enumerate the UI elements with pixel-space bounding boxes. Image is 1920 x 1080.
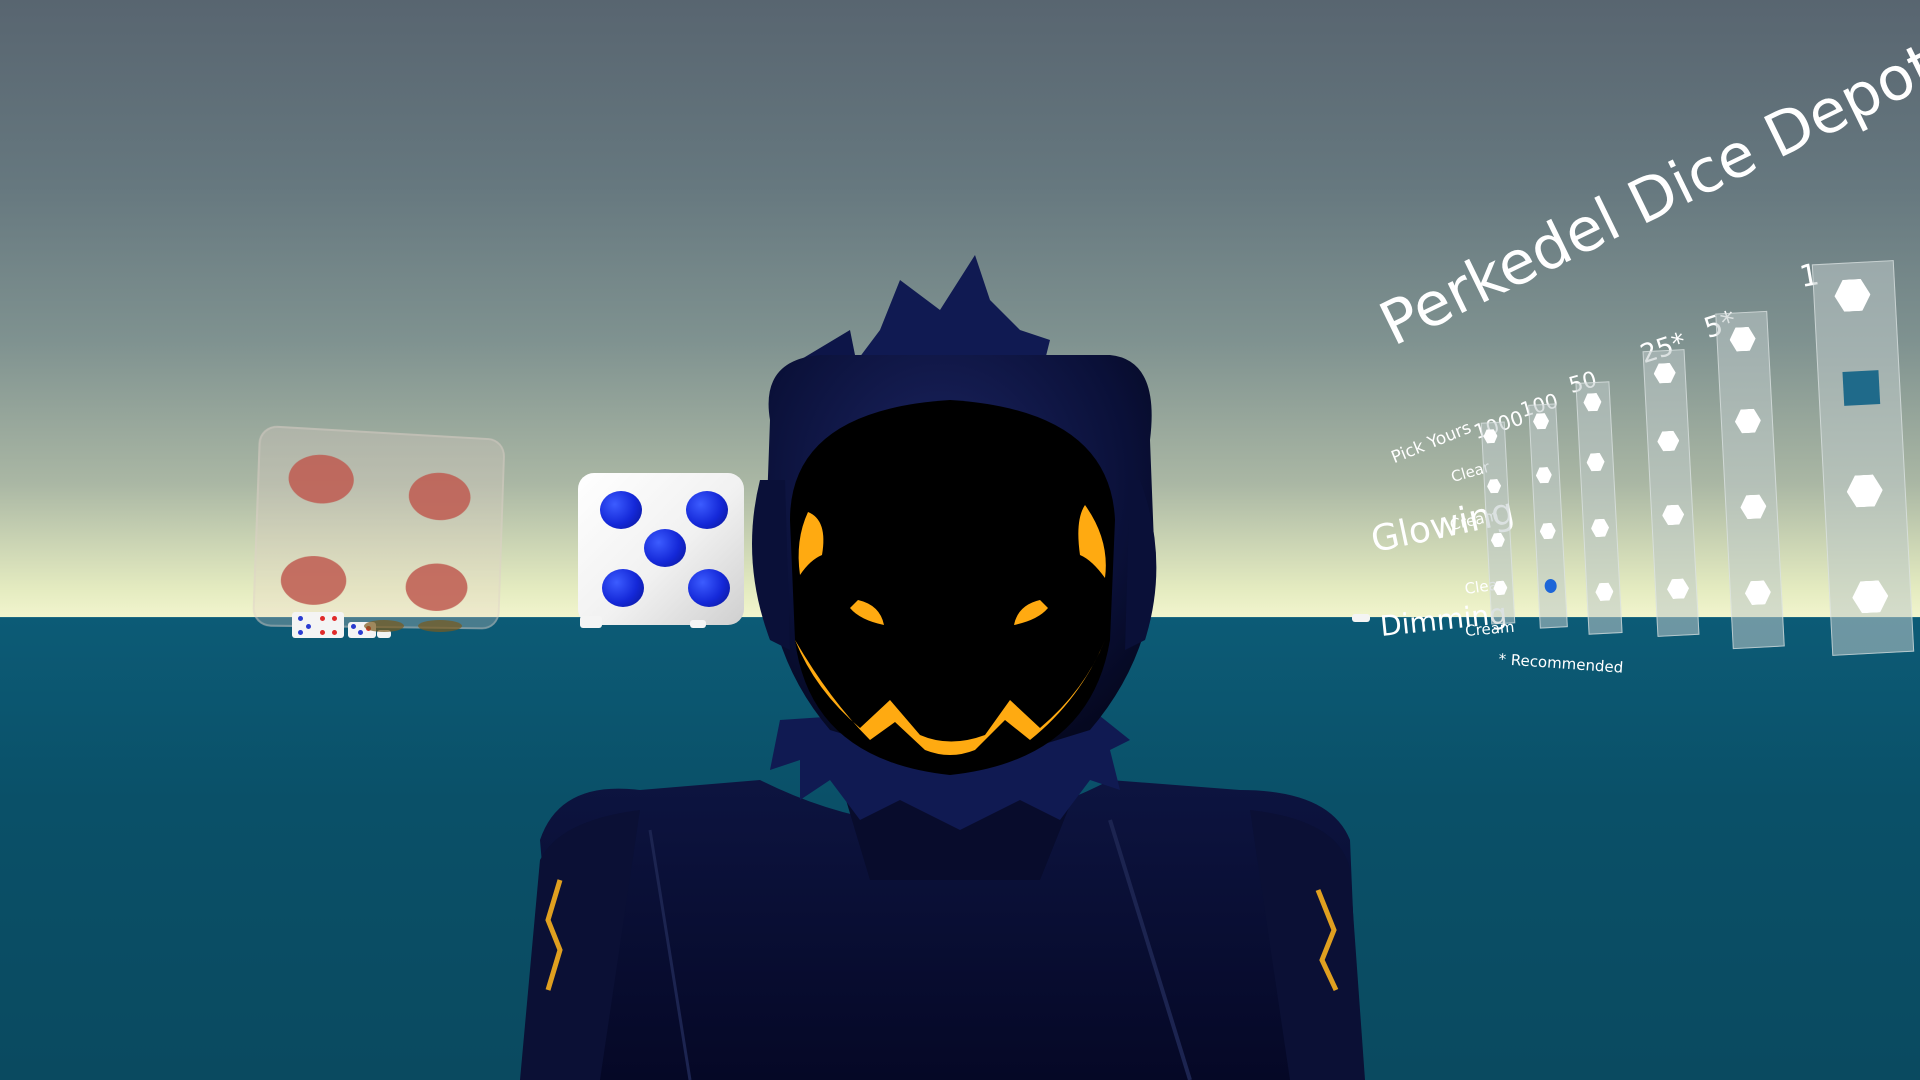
dice-column-panel[interactable] [1642,349,1700,637]
board-footnote: * Recommended [1498,650,1624,677]
dice-column-panel[interactable] [1715,310,1785,650]
dice-column-panel[interactable] [1528,403,1568,629]
board-subtitle: Pick Yours [1388,417,1475,468]
vr-world-scene: Perkedel Dice Depot Pick Yours Glowing C… [0,0,1920,1080]
avatar-visor [790,400,1115,775]
dice-depot-board: Perkedel Dice Depot Pick Yours Glowing C… [1367,30,1920,680]
dice-column-panel[interactable] [1575,381,1623,635]
dice-column-panel[interactable] [1811,260,1915,656]
